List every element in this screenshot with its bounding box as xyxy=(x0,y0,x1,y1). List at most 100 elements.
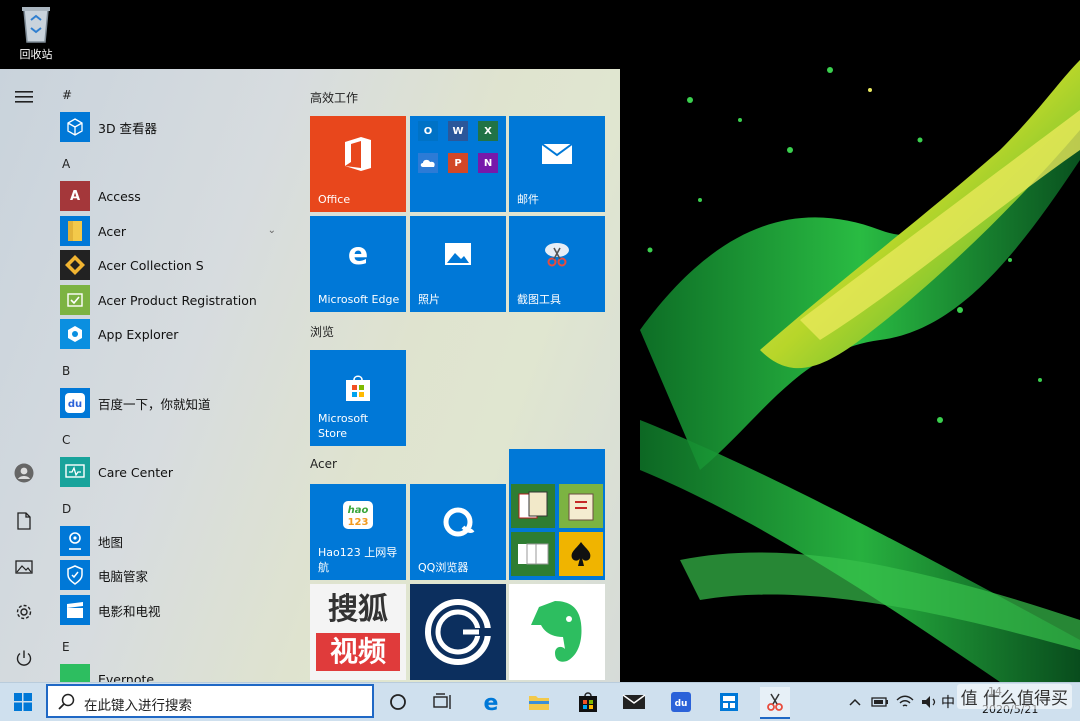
taskbar-store-button[interactable] xyxy=(573,687,603,717)
task-view-button[interactable] xyxy=(428,687,458,717)
windows-logo-icon xyxy=(14,693,32,711)
hao123-number-text: 123 xyxy=(348,517,369,528)
documents-button[interactable] xyxy=(12,509,36,533)
chevron-up-icon xyxy=(849,698,861,706)
tile-microsoft-edge[interactable]: e Microsoft Edge xyxy=(310,216,406,312)
taskbar-file-explorer-button[interactable] xyxy=(524,687,554,717)
folder-icon xyxy=(60,216,90,246)
onenote-icon: N xyxy=(478,153,498,173)
qq-browser-icon xyxy=(410,484,506,560)
care-center-icon xyxy=(60,457,90,487)
recycle-bin-desktop-icon[interactable]: 回收站 xyxy=(10,4,62,62)
app-care-center[interactable]: Care Center xyxy=(60,456,290,488)
letter-header-e[interactable]: E xyxy=(62,640,70,654)
app-3d-viewer[interactable]: 3D 查看器 xyxy=(60,111,290,143)
hamburger-menu-button[interactable] xyxy=(12,85,36,109)
tile-snipping-tool[interactable]: 截图工具 xyxy=(509,216,605,312)
user-icon xyxy=(14,463,34,483)
app-maps[interactable]: 地图 xyxy=(60,525,290,557)
tile-label: 邮件 xyxy=(517,193,539,206)
picture-icon xyxy=(15,560,33,574)
app-label: 电脑管家 xyxy=(98,568,149,584)
tile-label: Microsoft Store xyxy=(318,412,369,440)
taskbar-app-button[interactable] xyxy=(714,687,744,717)
app-acer-folder[interactable]: Acer ⌄ xyxy=(60,215,290,247)
svg-text:du: du xyxy=(68,399,82,410)
tray-volume-button[interactable] xyxy=(918,687,942,717)
start-left-rail xyxy=(0,69,48,682)
document-icon xyxy=(17,512,31,530)
tile-label: Office xyxy=(318,193,351,206)
app-evernote[interactable]: Evernote xyxy=(60,663,290,682)
power-button[interactable] xyxy=(12,646,36,670)
cortana-button[interactable] xyxy=(383,687,413,717)
settings-button[interactable] xyxy=(12,600,36,624)
pictures-button[interactable] xyxy=(12,555,36,579)
baidu-icon: du xyxy=(60,388,90,418)
start-button[interactable] xyxy=(8,687,38,717)
app-pc-manager[interactable]: 电脑管家 xyxy=(60,559,290,591)
app-acer-collection[interactable]: Acer Collection S xyxy=(60,249,290,281)
tray-wifi-button[interactable] xyxy=(893,687,917,717)
shield-icon xyxy=(60,560,90,590)
tile-sohu-video[interactable]: 搜狐 视频 xyxy=(310,584,406,680)
outlook-icon: O xyxy=(418,121,438,141)
letter-header-a[interactable]: A xyxy=(62,157,70,171)
taskbar-search-box[interactable]: 在此键入进行搜索 xyxy=(46,684,374,718)
ime-indicator[interactable]: 中 xyxy=(941,692,955,712)
svg-text:e: e xyxy=(348,239,368,269)
tile-photos[interactable]: 照片 xyxy=(410,216,506,312)
hao123-badge-text: hao xyxy=(348,505,369,516)
letter-header-c[interactable]: C xyxy=(62,433,70,447)
sohu-text-line2: 视频 xyxy=(316,633,400,671)
group-title-browse[interactable]: 浏览 xyxy=(310,323,334,340)
group-title-acer[interactable]: Acer xyxy=(310,457,337,471)
letter-header-b[interactable]: B xyxy=(62,364,70,378)
tray-chevron-up-button[interactable] xyxy=(843,687,867,717)
tile-microsoft-store[interactable]: Microsoft Store xyxy=(310,350,406,446)
calculator-icon xyxy=(720,693,738,711)
app-label: Acer xyxy=(98,223,127,239)
solitaire-icon xyxy=(511,484,555,528)
office-icon xyxy=(310,116,406,192)
tile-solitaire-folder[interactable] xyxy=(509,449,605,580)
tray-battery-button[interactable] xyxy=(868,687,892,717)
taskbar-snipping-tool-button[interactable] xyxy=(760,687,790,719)
speaker-icon xyxy=(922,696,936,708)
tile-qq-browser[interactable]: QQ浏览器 xyxy=(410,484,506,580)
app-label: 电影和电视 xyxy=(98,603,161,619)
app-movies-tv[interactable]: 电影和电视 xyxy=(60,594,290,626)
tile-evernote[interactable] xyxy=(509,584,605,680)
app-acer-product-registration[interactable]: Acer Product Registration xyxy=(60,284,290,316)
user-account-button[interactable] xyxy=(12,461,36,485)
app-access[interactable]: A Access xyxy=(60,180,290,212)
tile-hao123[interactable]: hao 123 Hao123 上网导航 xyxy=(310,484,406,580)
group-title-productivity[interactable]: 高效工作 xyxy=(310,89,358,106)
tile-cyberlink-app[interactable] xyxy=(410,584,506,680)
tile-office[interactable]: Office xyxy=(310,116,406,212)
taskbar: 在此键入进行搜索 e du 中 14 2020/5/21 xyxy=(0,682,1080,721)
tile-mail[interactable]: 邮件 xyxy=(509,116,605,212)
tile-office-apps-folder[interactable]: O W X P N xyxy=(410,116,506,212)
letter-header-d[interactable]: D xyxy=(62,502,71,516)
onedrive-icon xyxy=(418,153,438,173)
taskbar-edge-button[interactable]: e xyxy=(476,687,506,717)
photos-icon xyxy=(410,216,506,292)
chevron-down-icon[interactable]: ⌄ xyxy=(268,225,276,236)
cortana-circle-icon xyxy=(390,694,406,710)
taskbar-mail-button[interactable] xyxy=(619,687,649,717)
app-app-explorer[interactable]: App Explorer xyxy=(60,318,290,350)
cyberlink-logo-icon xyxy=(410,584,506,680)
sohu-text-line1: 搜狐 xyxy=(328,592,388,627)
tile-label: QQ浏览器 xyxy=(418,561,469,574)
app-list: # 3D 查看器 A A Access Acer ⌄ Acer Collecti… xyxy=(48,69,300,682)
app-label: Acer Collection S xyxy=(98,257,204,273)
power-icon xyxy=(16,650,32,666)
evernote-small-icon xyxy=(60,664,90,682)
taskbar-baidu-button[interactable]: du xyxy=(666,687,696,717)
app-label: Acer Product Registration xyxy=(98,292,257,308)
freecell-icon xyxy=(511,532,555,576)
letter-header-hash[interactable]: # xyxy=(62,88,72,102)
app-label: 地图 xyxy=(98,534,124,550)
app-baidu[interactable]: du 百度一下，你就知道 xyxy=(60,387,290,419)
